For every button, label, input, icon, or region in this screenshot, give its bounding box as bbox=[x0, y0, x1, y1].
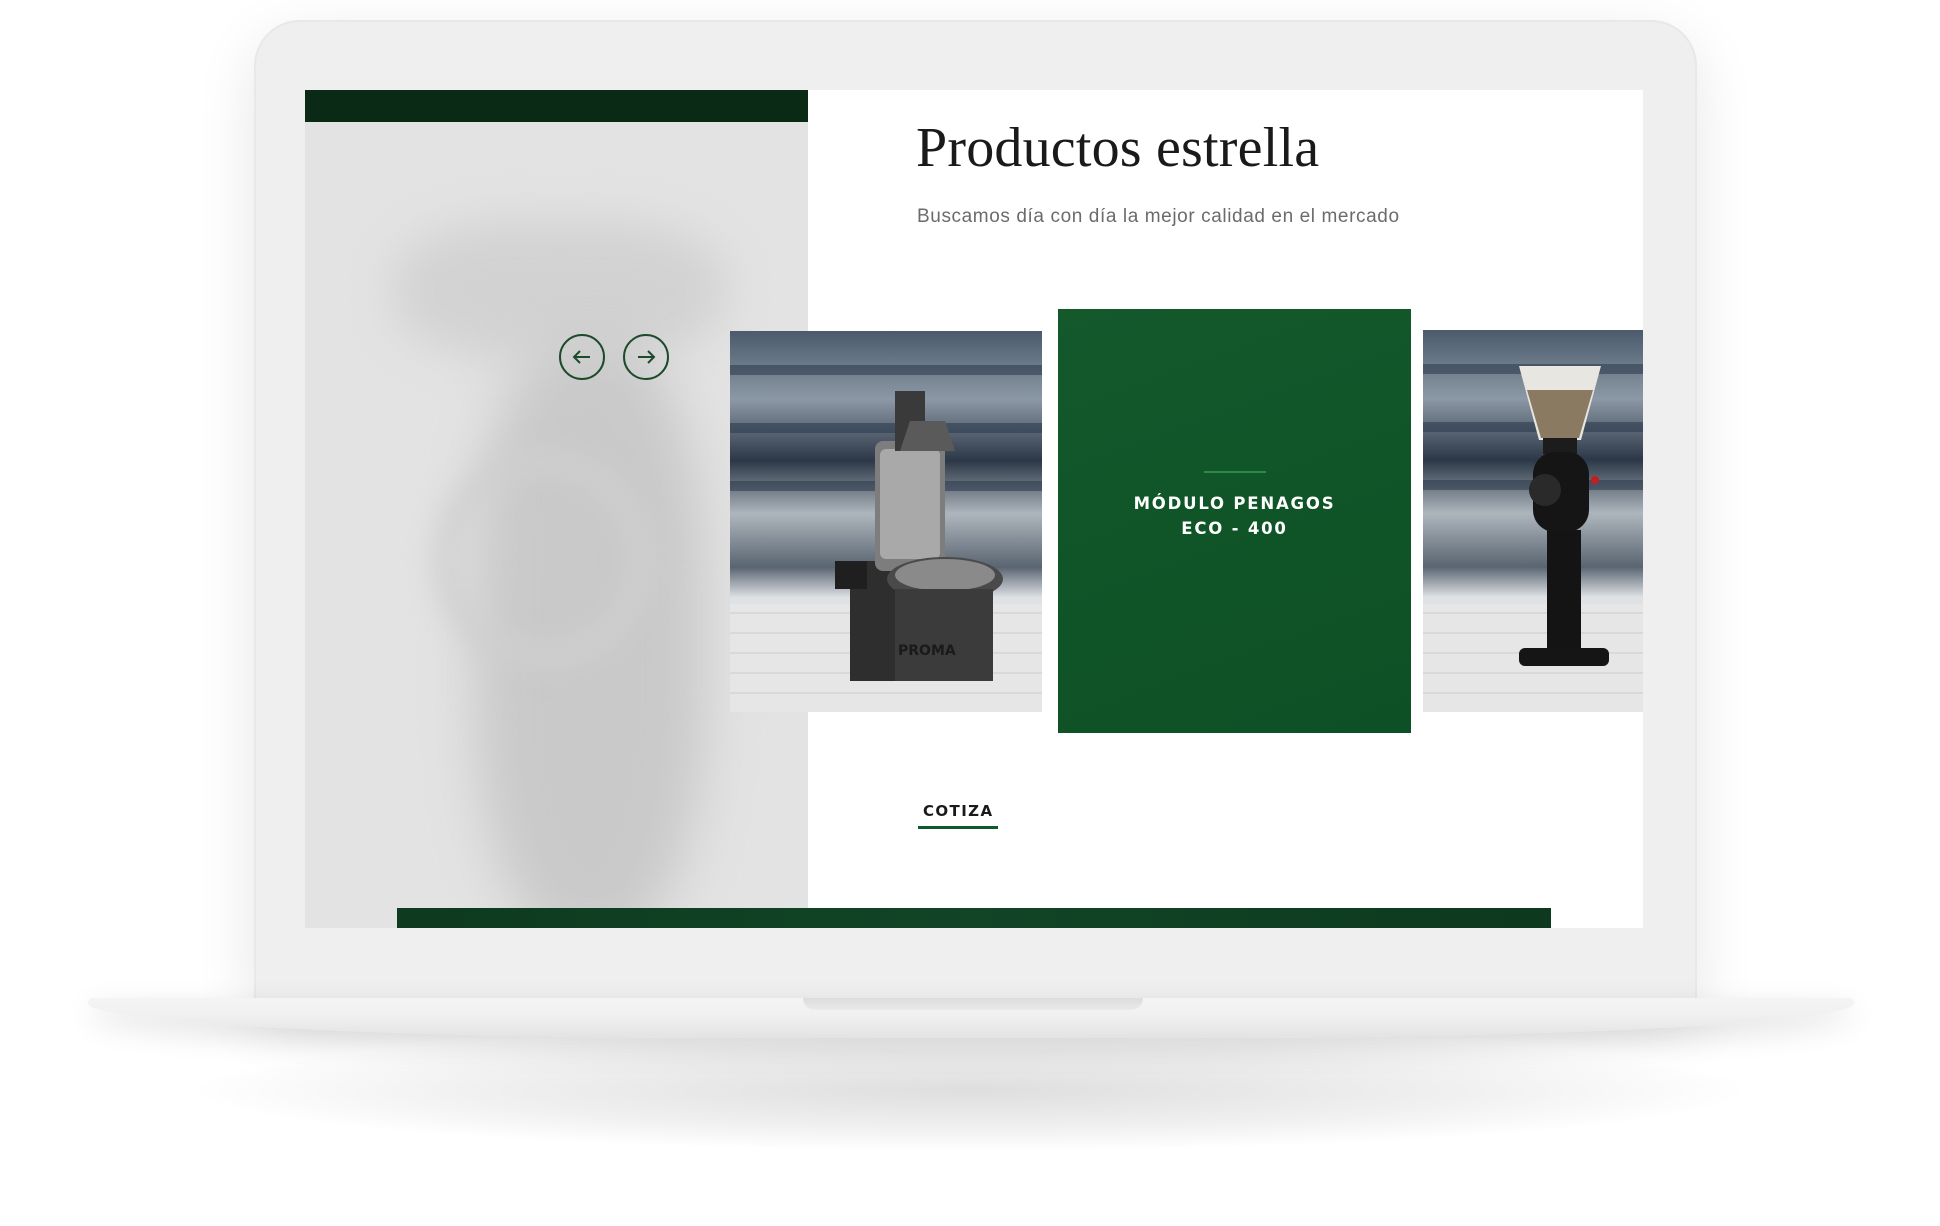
arrow-left-icon bbox=[572, 350, 590, 364]
carousel-prev-button[interactable] bbox=[559, 334, 605, 380]
product-card-roaster[interactable]: PROMA bbox=[730, 331, 1042, 712]
arrow-right-icon bbox=[638, 350, 656, 364]
cotiza-link[interactable]: COTIZA bbox=[918, 802, 999, 829]
card-divider bbox=[1203, 471, 1266, 473]
coffee-grinder-image bbox=[1519, 366, 1609, 666]
laptop-notch bbox=[803, 998, 1143, 1010]
laptop-shadow bbox=[200, 1030, 1740, 1150]
top-accent-bar bbox=[305, 90, 808, 122]
section-title: Productos estrella bbox=[916, 117, 1320, 179]
svg-text:PROMA: PROMA bbox=[898, 643, 956, 659]
bottom-accent-bar bbox=[397, 908, 1551, 928]
laptop-screen: Productos estrella Buscamos día con día … bbox=[305, 90, 1643, 928]
product-card-active[interactable]: MÓDULO PENAGOS ECO - 400 bbox=[1058, 309, 1411, 733]
product-card-grinder[interactable] bbox=[1423, 330, 1643, 712]
active-product-name: MÓDULO PENAGOS ECO - 400 bbox=[1133, 494, 1336, 538]
section-subtitle: Buscamos día con día la mejor calidad en… bbox=[917, 206, 1400, 227]
coffee-roaster-image: PROMA bbox=[835, 391, 1003, 681]
carousel-next-button[interactable] bbox=[623, 334, 669, 380]
